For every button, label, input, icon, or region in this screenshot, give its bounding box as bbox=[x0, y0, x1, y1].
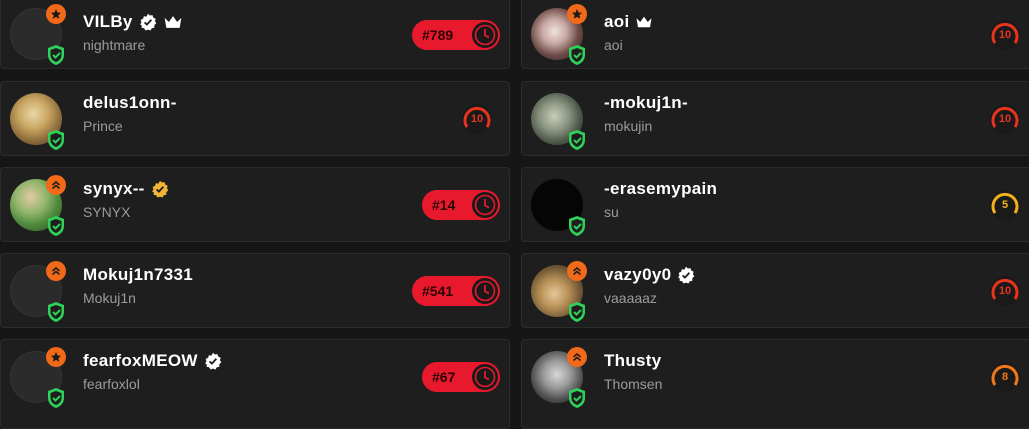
crown-icon bbox=[636, 16, 652, 28]
level-badge[interactable]: 5 bbox=[989, 189, 1021, 221]
level-badge[interactable]: 10 bbox=[989, 275, 1021, 307]
player-name-row: vazy0y0 bbox=[604, 265, 695, 285]
player-card-synyx[interactable]: synyx-- SYNYX #14 bbox=[0, 167, 510, 242]
player-card-mokuj1n[interactable]: -mokuj1n- mokujin 10 bbox=[521, 81, 1029, 156]
rank-text: #14 bbox=[432, 196, 456, 213]
avatar-container bbox=[531, 347, 587, 408]
player-name-row: aoi bbox=[604, 12, 653, 32]
avatar-container bbox=[531, 92, 585, 150]
player-name-row: -erasemypain bbox=[604, 179, 717, 199]
clock-icon bbox=[472, 191, 498, 218]
crown-icon bbox=[164, 16, 182, 28]
player-card-fearfoxmeow[interactable]: fearfoxMEOW fearfoxlol #67 bbox=[0, 339, 510, 429]
verified-white-icon bbox=[204, 352, 222, 370]
rank-badge[interactable]: #14 bbox=[422, 189, 500, 220]
player-card-mokuj1n7331[interactable]: Mokuj1n7331 Mokuj1n #541 bbox=[0, 253, 510, 328]
player-name[interactable]: -erasemypain bbox=[604, 179, 717, 199]
avatar-container bbox=[10, 260, 66, 322]
player-subname: Mokuj1n bbox=[83, 290, 136, 306]
chevrons-up-icon bbox=[46, 260, 66, 281]
rank-badge[interactable]: #789 bbox=[412, 19, 500, 50]
level-badge[interactable]: 10 bbox=[989, 19, 1021, 51]
player-name[interactable]: aoi bbox=[604, 12, 629, 32]
shield-icon bbox=[48, 215, 64, 236]
clock-icon bbox=[472, 364, 498, 390]
shield-icon bbox=[48, 44, 64, 65]
verified-white-icon bbox=[139, 13, 156, 31]
avatar-container bbox=[531, 178, 585, 236]
avatar-container bbox=[10, 3, 66, 65]
level-text: 10 bbox=[470, 112, 484, 125]
player-name-row: VILBy bbox=[83, 12, 183, 32]
star-icon bbox=[46, 3, 66, 24]
level-badge[interactable]: 10 bbox=[461, 103, 493, 135]
shield-icon bbox=[569, 44, 585, 65]
player-subname: SYNYX bbox=[83, 204, 131, 220]
player-name[interactable]: -mokuj1n- bbox=[604, 93, 688, 113]
player-name-row: -mokuj1n- bbox=[604, 93, 688, 113]
shield-icon bbox=[569, 129, 585, 150]
player-subname: Prince bbox=[83, 118, 123, 134]
chevrons-up-icon bbox=[567, 347, 587, 367]
avatar-container bbox=[10, 347, 66, 408]
player-name[interactable]: synyx-- bbox=[83, 179, 145, 199]
shield-icon bbox=[48, 388, 64, 408]
avatar-container bbox=[10, 92, 64, 150]
star-icon bbox=[567, 3, 587, 24]
avatar-container bbox=[10, 174, 66, 236]
player-card-vazy0y0[interactable]: vazy0y0 vaaaaaz 10 bbox=[521, 253, 1029, 328]
player-card-thusty[interactable]: Thusty Thomsen 8 bbox=[521, 339, 1029, 429]
level-text: 5 bbox=[1001, 198, 1009, 211]
shield-icon bbox=[569, 301, 585, 322]
player-subname: vaaaaaz bbox=[604, 290, 657, 306]
level-text: 10 bbox=[998, 112, 1012, 125]
player-name-row: fearfoxMEOW bbox=[83, 351, 222, 371]
avatar-container bbox=[531, 260, 587, 322]
player-name[interactable]: VILBy bbox=[83, 12, 133, 32]
player-name-row: delus1onn- bbox=[83, 93, 177, 113]
level-text: 8 bbox=[1001, 371, 1009, 383]
player-subname: mokujin bbox=[604, 118, 653, 134]
rank-text: #541 bbox=[422, 282, 454, 299]
player-card-aoi[interactable]: aoi aoi 10 bbox=[521, 0, 1029, 69]
clock-icon bbox=[472, 277, 498, 304]
clock-icon bbox=[472, 21, 498, 48]
level-text: 10 bbox=[998, 28, 1012, 41]
player-name[interactable]: vazy0y0 bbox=[604, 265, 671, 285]
player-card-vilby[interactable]: VILBy nightmare #789 bbox=[0, 0, 510, 69]
verified-gold-icon bbox=[151, 180, 168, 198]
player-card-erasemypain[interactable]: -erasemypain su 5 bbox=[521, 167, 1029, 242]
player-name-row: Thusty bbox=[604, 351, 662, 371]
player-card-delus1onn[interactable]: delus1onn- Prince 10 bbox=[0, 81, 510, 156]
player-name[interactable]: fearfoxMEOW bbox=[83, 351, 198, 371]
player-subname: fearfoxlol bbox=[83, 376, 140, 392]
player-subname: aoi bbox=[604, 37, 623, 53]
player-name-row: synyx-- bbox=[83, 179, 169, 199]
player-name-row: Mokuj1n7331 bbox=[83, 265, 193, 285]
level-badge[interactable]: 8 bbox=[989, 361, 1021, 393]
level-text: 10 bbox=[998, 284, 1012, 297]
rank-text: #789 bbox=[422, 26, 454, 43]
level-badge[interactable]: 10 bbox=[989, 103, 1021, 135]
chevrons-up-icon bbox=[567, 260, 587, 281]
shield-icon bbox=[48, 129, 64, 150]
rank-text: #67 bbox=[432, 369, 456, 385]
player-subname: nightmare bbox=[83, 37, 146, 53]
avatar-container bbox=[531, 3, 587, 65]
rank-badge[interactable]: #67 bbox=[422, 362, 500, 392]
player-subname: su bbox=[604, 204, 619, 220]
chevrons-up-icon bbox=[46, 174, 66, 195]
shield-icon bbox=[569, 215, 585, 236]
player-name[interactable]: delus1onn- bbox=[83, 93, 177, 113]
star-icon bbox=[46, 347, 66, 367]
player-name[interactable]: Mokuj1n7331 bbox=[83, 265, 193, 285]
shield-icon bbox=[569, 388, 585, 408]
shield-icon bbox=[48, 301, 64, 322]
rank-badge[interactable]: #541 bbox=[412, 275, 500, 306]
verified-white-icon bbox=[678, 266, 695, 284]
player-subname: Thomsen bbox=[604, 376, 663, 392]
player-name[interactable]: Thusty bbox=[604, 351, 662, 371]
